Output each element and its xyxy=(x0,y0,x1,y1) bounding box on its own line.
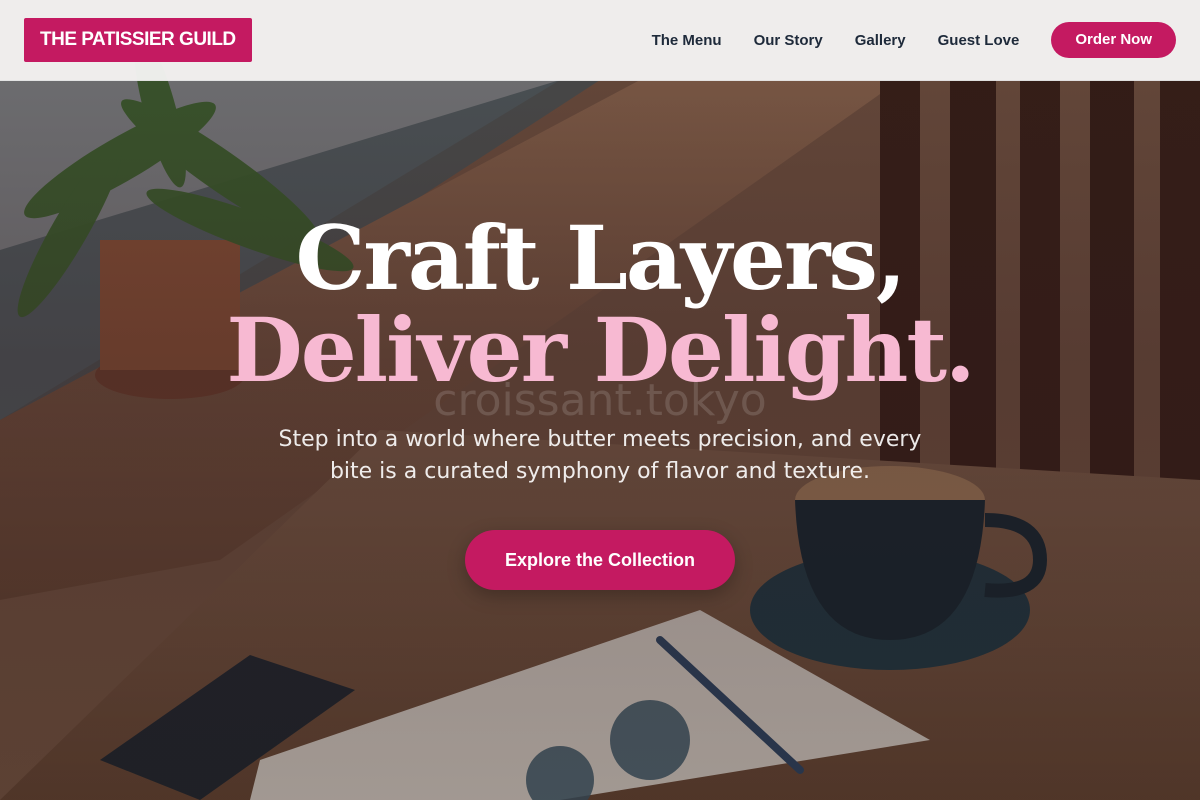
nav-link-guest-love[interactable]: Guest Love xyxy=(938,32,1020,49)
primary-nav: The Menu Our Story Gallery Guest Love Or… xyxy=(652,22,1176,58)
hero-subtext: Step into a world where butter meets pre… xyxy=(278,427,922,484)
brand-logo[interactable]: THE PATISSIER GUILD xyxy=(24,18,252,62)
explore-collection-button[interactable]: Explore the Collection xyxy=(464,530,736,590)
nav-link-the-menu[interactable]: The Menu xyxy=(652,32,722,49)
headline-line-1: Craft Layers, xyxy=(295,206,906,310)
nav-link-gallery[interactable]: Gallery xyxy=(855,32,906,49)
watermark-text: croissant.tokyo xyxy=(433,375,767,426)
hero-headline: Craft Layers, Deliver Delight. xyxy=(0,212,1200,396)
hero-content: Craft Layers, Deliver Delight. croissant… xyxy=(0,212,1200,590)
navbar: THE PATISSIER GUILD The Menu Our Story G… xyxy=(0,0,1200,81)
order-now-button[interactable]: Order Now xyxy=(1051,22,1176,58)
nav-link-our-story[interactable]: Our Story xyxy=(754,32,823,49)
